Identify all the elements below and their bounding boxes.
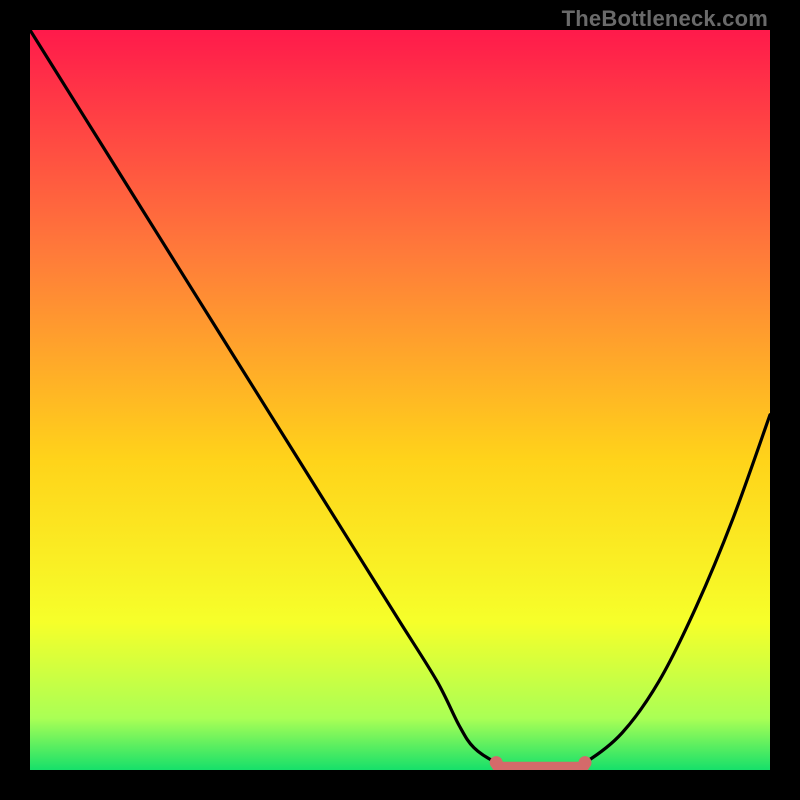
flat-marker-right bbox=[579, 756, 592, 769]
chart-background-gradient bbox=[30, 30, 770, 770]
bottleneck-chart bbox=[30, 30, 770, 770]
attribution-text: TheBottleneck.com bbox=[562, 6, 768, 32]
flat-marker-left bbox=[490, 756, 503, 769]
chart-frame bbox=[30, 30, 770, 770]
